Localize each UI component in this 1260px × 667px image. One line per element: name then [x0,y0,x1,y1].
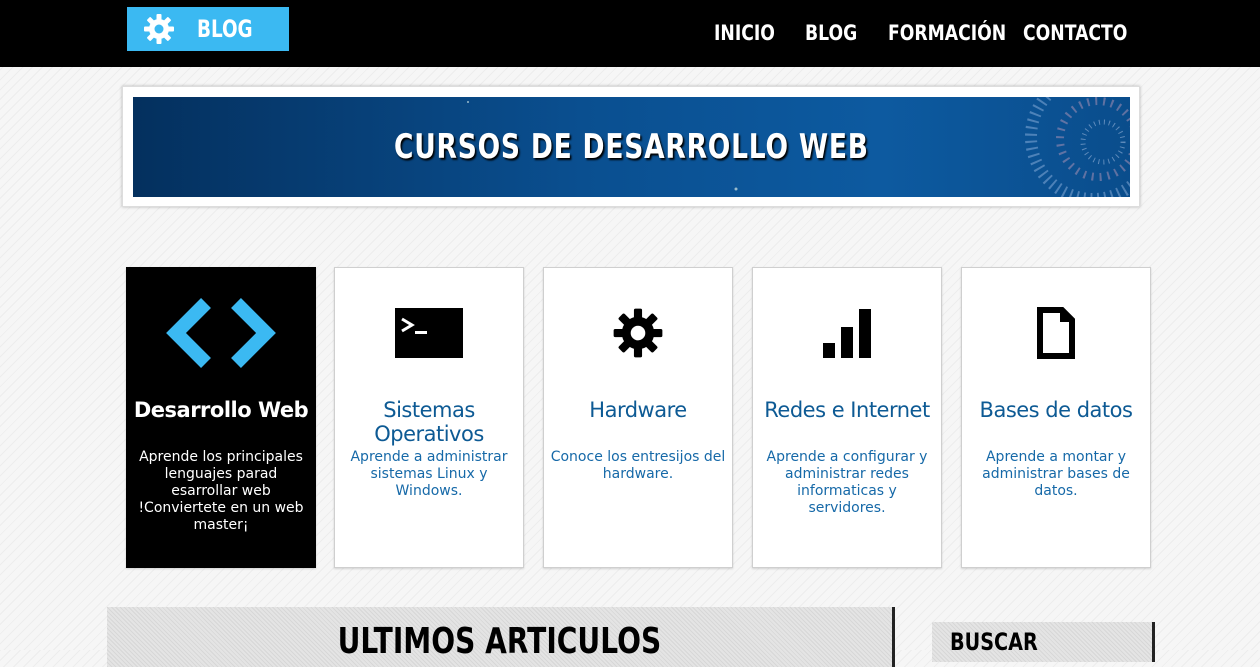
card-desarrollo-web[interactable]: Desarrollo Web Aprende los principales l… [126,267,316,568]
gear-icon [144,14,174,44]
card-redes-internet[interactable]: Redes e Internet Aprende a configurar y … [752,267,942,568]
top-navbar: BLOG INICIO BLOG FORMACIÓN CONTACTO [0,0,1260,67]
nav-contacto[interactable]: CONTACTO [1023,21,1127,45]
document-icon [1037,307,1075,359]
card-title: Redes e Internet [764,398,930,422]
card-title: Sistemas Operativos [374,398,484,446]
card-description: Aprende los principales lenguajes parad … [138,449,304,533]
nav-blog[interactable]: BLOG [805,21,857,45]
latest-articles-title: ULTIMOS ARTICULOS [337,621,662,662]
blog-logo[interactable]: BLOG [127,7,289,51]
nav-inicio[interactable]: INICIO [714,21,775,45]
card-bases-de-datos[interactable]: Bases de datos Aprende a montar y admini… [961,267,1151,568]
card-hardware[interactable]: Hardware Conoce los entresijos del hardw… [543,267,733,568]
hero-banner: CURSOS DE DESARROLLO WEB [133,97,1130,197]
signal-bars-icon [823,309,871,358]
card-title: Hardware [589,398,687,422]
card-description: Aprende a montar y administrar bases de … [982,449,1130,499]
logo-text: BLOG [197,15,253,43]
search-widget: BUSCAR [932,622,1155,662]
card-sistemas-operativos[interactable]: Sistemas Operativos Aprende a administra… [334,267,524,568]
search-widget-title: BUSCAR [950,628,1038,656]
terminal-icon [395,308,463,358]
card-title: Bases de datos [979,398,1133,422]
gear-icon [613,308,663,358]
card-description: Aprende a administrar sistemas Linux y W… [350,449,508,499]
banner-title: CURSOS DE DESARROLLO WEB [394,127,869,167]
card-description: Aprende a configurar y administrar redes… [766,449,928,516]
nav-formacion[interactable]: FORMACIÓN [888,21,1006,45]
code-brackets-icon [166,298,276,368]
latest-articles-section: ULTIMOS ARTICULOS [107,607,895,667]
card-description: Conoce los entresijos del hardware. [550,449,726,482]
card-title: Desarrollo Web [133,398,309,422]
